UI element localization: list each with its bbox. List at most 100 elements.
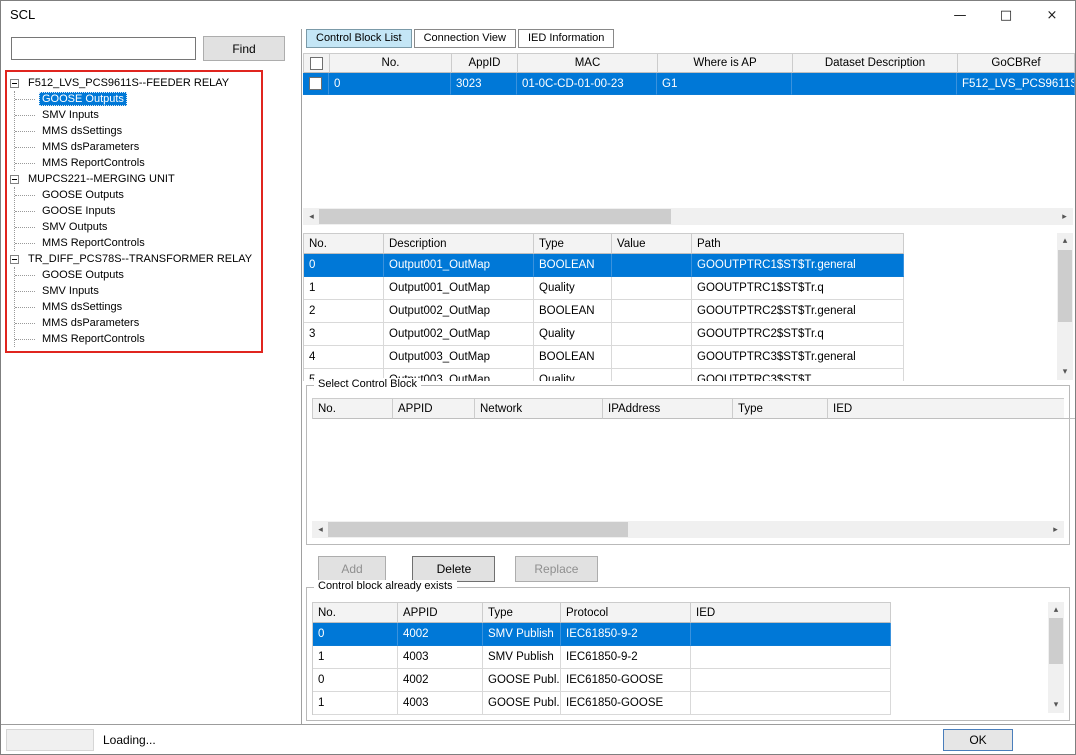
column-header[interactable]: IED (691, 603, 891, 623)
table-cell: 4 (304, 346, 384, 369)
scroll-down-icon[interactable]: ▾ (1048, 697, 1064, 713)
column-header[interactable]: Type (534, 234, 612, 254)
scroll-up-icon[interactable]: ▴ (1048, 602, 1064, 618)
horizontal-scrollbar[interactable]: ◂ ▸ (312, 521, 1064, 538)
column-header[interactable]: Type (483, 603, 561, 623)
scroll-down-icon[interactable]: ▾ (1057, 364, 1073, 380)
column-header[interactable]: Type (733, 399, 828, 419)
column-header[interactable]: No. (330, 54, 452, 73)
minimize-icon[interactable]: — (937, 1, 983, 29)
tree-item[interactable]: GOOSE Outputs (15, 187, 293, 203)
tree-item[interactable]: GOOSE Outputs (15, 267, 293, 283)
right-panel: Control Block ListConnection ViewIED Inf… (303, 29, 1075, 724)
table-row[interactable]: 1Output001_OutMapQualityGOOUTPTRC1$ST$Tr… (304, 277, 904, 300)
column-header[interactable]: Protocol (561, 603, 691, 623)
tree-collapse-icon[interactable] (10, 175, 19, 184)
scroll-right-icon[interactable]: ▸ (1056, 208, 1073, 225)
tree-connector (15, 243, 35, 244)
horizontal-scrollbar[interactable]: ◂ ▸ (303, 208, 1073, 225)
scroll-left-icon[interactable]: ◂ (312, 521, 329, 538)
tab-control-block-list[interactable]: Control Block List (306, 29, 412, 48)
column-header[interactable]: Dataset Description (793, 54, 958, 73)
ok-button[interactable]: OK (943, 729, 1013, 751)
column-header[interactable]: Description (384, 234, 534, 254)
tree-item[interactable]: MMS dsSettings (15, 299, 293, 315)
table-row[interactable]: 14003GOOSE Publ...IEC61850-GOOSE (313, 692, 891, 715)
tab-strip: Control Block ListConnection ViewIED Inf… (306, 29, 1075, 48)
column-header[interactable]: IPAddress (603, 399, 733, 419)
column-header[interactable]: APPID (398, 603, 483, 623)
table-cell: 1 (313, 692, 398, 715)
scl-window: SCL — □ × Find F512_LVS_PCS9611S--FEEDER… (0, 0, 1076, 755)
column-header[interactable]: Value (612, 234, 692, 254)
table-row[interactable]: 4Output003_OutMapBOOLEANGOOUTPTRC3$ST$Tr… (304, 346, 904, 369)
row-checkbox-cell (303, 73, 329, 95)
search-input[interactable] (11, 37, 196, 60)
tree-item-label: MMS ReportControls (39, 156, 148, 170)
table-cell: GOOUTPTRC2$ST$Tr.general (692, 300, 904, 323)
vertical-scrollbar[interactable]: ▴ ▾ (1057, 233, 1073, 380)
tree-item[interactable]: MMS dsSettings (15, 123, 293, 139)
tree-item[interactable]: MMS ReportControls (15, 155, 293, 171)
tree-item[interactable]: SMV Outputs (15, 219, 293, 235)
find-button[interactable]: Find (203, 36, 285, 61)
tree-item[interactable]: MMS dsParameters (15, 139, 293, 155)
delete-button[interactable]: Delete (412, 556, 495, 582)
maximize-icon[interactable]: □ (983, 1, 1029, 29)
tree-collapse-icon[interactable] (10, 79, 19, 88)
status-bar: Loading... OK (1, 724, 1075, 754)
scrollbar-thumb[interactable] (1058, 250, 1072, 322)
close-icon[interactable]: × (1029, 1, 1075, 29)
column-header[interactable]: Network (475, 399, 603, 419)
scroll-right-icon[interactable]: ▸ (1047, 521, 1064, 538)
tree-item-label: MMS dsParameters (39, 316, 142, 330)
table-cell: GOOUTPTRC3$ST$Tr.general (692, 346, 904, 369)
table-row[interactable]: 2Output002_OutMapBOOLEANGOOUTPTRC2$ST$Tr… (304, 300, 904, 323)
tree-item-label: GOOSE Outputs (39, 268, 127, 282)
table-row[interactable]: 3Output002_OutMapQualityGOOUTPTRC2$ST$Tr… (304, 323, 904, 346)
scroll-left-icon[interactable]: ◂ (303, 208, 320, 225)
select-all-checkbox[interactable] (310, 57, 323, 70)
scrollbar-thumb[interactable] (1049, 618, 1063, 664)
table-cell (612, 254, 692, 277)
table-row[interactable]: 04002SMV PublishIEC61850-9-2 (313, 623, 891, 646)
table-cell: IEC61850-9-2 (561, 623, 691, 646)
scrollbar-thumb[interactable] (319, 209, 671, 224)
column-header[interactable]: AppID (452, 54, 518, 73)
tree-item[interactable]: SMV Inputs (15, 107, 293, 123)
tree-item[interactable]: MMS ReportControls (15, 331, 293, 347)
column-header[interactable]: APPID (393, 399, 475, 419)
tab-connection-view[interactable]: Connection View (414, 29, 516, 48)
tree-collapse-icon[interactable] (10, 255, 19, 264)
scroll-up-icon[interactable]: ▴ (1057, 233, 1073, 249)
tab-ied-information[interactable]: IED Information (518, 29, 614, 48)
table-cell (691, 623, 891, 646)
table-row[interactable]: 0Output001_OutMapBOOLEANGOOUTPTRC1$ST$Tr… (304, 254, 904, 277)
column-header[interactable]: IED (828, 399, 1076, 419)
table-row[interactable]: 14003SMV PublishIEC61850-9-2 (313, 646, 891, 669)
row-checkbox[interactable] (309, 77, 322, 90)
tree-item[interactable]: GOOSE Outputs (15, 91, 293, 107)
table-header-row: No.AppIDMACWhere is APDataset Descriptio… (303, 53, 1075, 73)
column-header[interactable]: No. (313, 399, 393, 419)
table-cell: IEC61850-GOOSE (561, 669, 691, 692)
table-row[interactable]: 04002GOOSE Publ...IEC61850-GOOSE (313, 669, 891, 692)
column-header[interactable]: Where is AP (658, 54, 793, 73)
vertical-scrollbar[interactable]: ▴ ▾ (1048, 602, 1064, 713)
tree-node-row[interactable]: F512_LVS_PCS9611S--FEEDER RELAY (10, 75, 293, 91)
column-header[interactable]: GoCBRef (958, 54, 1075, 73)
tree-item[interactable]: GOOSE Inputs (15, 203, 293, 219)
column-header[interactable]: No. (313, 603, 398, 623)
column-header[interactable]: No. (304, 234, 384, 254)
replace-button[interactable]: Replace (515, 556, 598, 582)
tree-item[interactable]: MMS dsParameters (15, 315, 293, 331)
add-button[interactable]: Add (318, 556, 386, 582)
column-header[interactable]: Path (692, 234, 904, 254)
tree-item[interactable]: MMS ReportControls (15, 235, 293, 251)
table-row[interactable]: 0302301-0C-CD-01-00-23G1F512_LVS_PCS9611… (303, 73, 1075, 95)
tree-node-row[interactable]: MUPCS221--MERGING UNIT (10, 171, 293, 187)
tree-node-row[interactable]: TR_DIFF_PCS78S--TRANSFORMER RELAY (10, 251, 293, 267)
tree-item[interactable]: SMV Inputs (15, 283, 293, 299)
scrollbar-thumb[interactable] (328, 522, 628, 537)
column-header[interactable]: MAC (518, 54, 658, 73)
